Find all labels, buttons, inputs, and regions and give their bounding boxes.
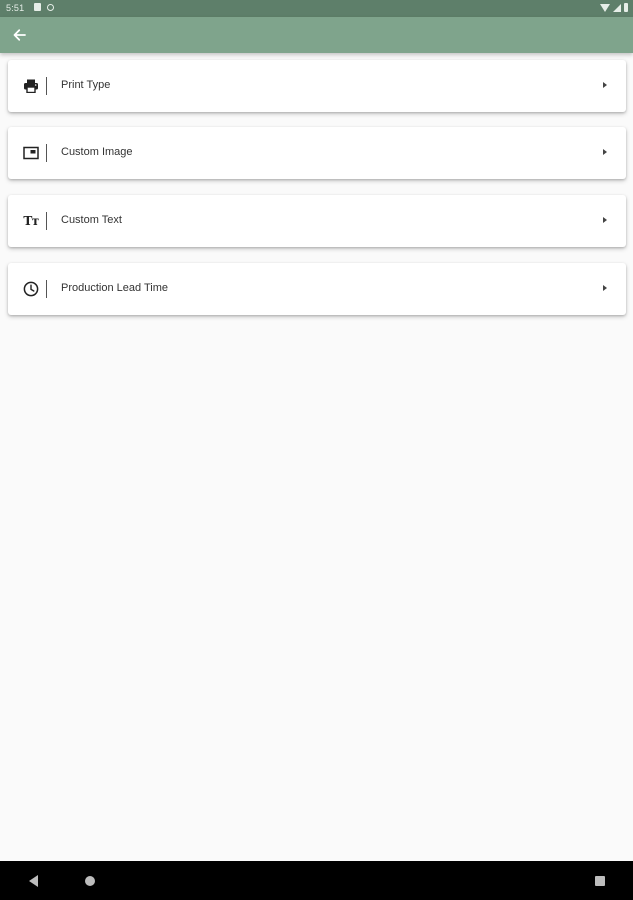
chevron-right-icon [603,285,607,291]
chevron-right-icon [603,217,607,223]
signal-icon [613,4,621,12]
item-divider [46,77,47,95]
menu-item-label: Custom Image [61,146,133,158]
status-right-icons [600,3,628,12]
chevron-right-icon [603,82,607,88]
item-divider [46,280,47,298]
menu-item-label: Production Lead Time [61,282,169,294]
item-divider [46,144,47,162]
app-bar [0,17,633,53]
nav-back-icon[interactable] [29,875,38,887]
battery-icon [624,3,628,12]
menu-item-custom-image[interactable]: Custom Image [8,127,626,179]
menu-item-label: Print Type [61,79,111,91]
text-size-icon: Tт [23,214,39,228]
printer-icon [22,77,40,95]
menu-item-label: Custom Text [61,214,122,226]
item-divider [46,212,47,230]
status-left-icons [34,3,54,11]
back-button[interactable] [8,24,30,46]
clock-icon [22,280,40,298]
menu-item-custom-text[interactable]: Tт Custom Text [8,195,626,247]
arrow-left-icon [13,29,26,41]
status-time: 5:51 [6,3,25,13]
sd-card-icon [34,3,41,11]
image-icon [22,144,40,162]
menu-item-production-lead-time[interactable]: Production Lead Time [8,263,626,315]
status-bar: 5:51 [0,0,633,17]
chevron-right-icon [603,149,607,155]
nav-recents-icon[interactable] [595,876,605,886]
nav-home-icon[interactable] [85,876,95,886]
wifi-icon [600,4,610,12]
sync-icon [47,3,54,11]
menu-item-print-type[interactable]: Print Type [8,60,626,112]
system-nav-bar [0,861,633,900]
